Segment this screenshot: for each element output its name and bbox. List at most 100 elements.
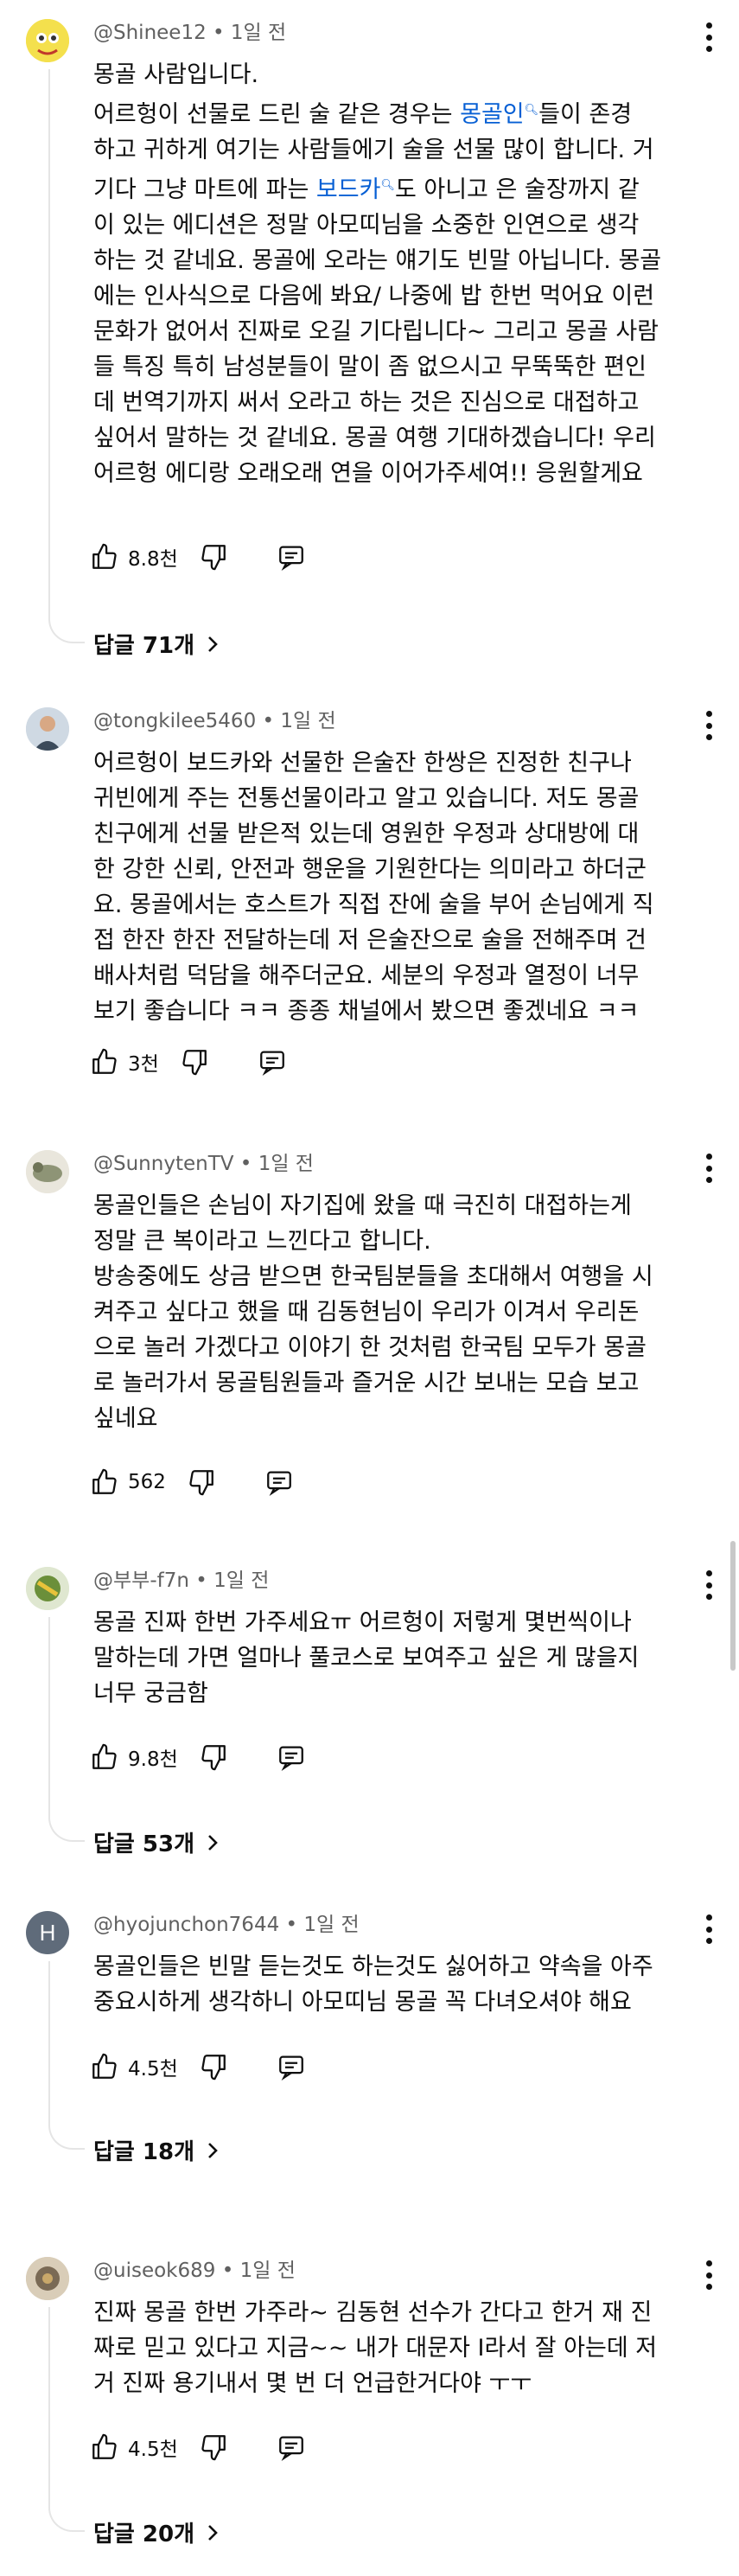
comment-actions: 9.8천 xyxy=(90,1740,306,1774)
reply-button[interactable] xyxy=(277,1742,306,1772)
reply-comment-icon xyxy=(278,1746,303,1772)
author-name[interactable]: @tongkilee5460 xyxy=(93,710,256,732)
view-replies-button[interactable]: 답글 20개 xyxy=(93,2516,220,2548)
comment-meta: @SunnytenTV • 1일 전 xyxy=(93,1153,314,1175)
text-line: 보기 좋습니다 ㅋㅋ 종종 채널에서 봤으면 좋겠네요 ㅋㅋ xyxy=(93,998,640,1025)
author-name[interactable]: @Shinee12 xyxy=(93,22,207,44)
text-line: 켜주고 싶다고 했을 때 김동현님이 우리가 이겨서 우리돈 xyxy=(93,1299,640,1326)
thumbs-down-icon xyxy=(201,1745,226,1771)
like-button[interactable]: 3천 xyxy=(90,1047,159,1077)
comment-text: 몽골인들은 손님이 자기집에 왔을 때 극진히 대접하는게 정말 큰 복이라고 … xyxy=(93,1188,681,1436)
reply-comment-icon xyxy=(259,1051,284,1077)
view-replies-button[interactable]: 답글 53개 xyxy=(93,1826,220,1858)
reply-comment-icon xyxy=(267,1471,291,1497)
hashtag-link[interactable]: 몽골인🔍︎ xyxy=(460,101,538,128)
comment-time: 1일 전 xyxy=(280,710,336,732)
author-name[interactable]: @hyojunchon7644 xyxy=(93,1914,279,1936)
avatar[interactable] xyxy=(26,1567,69,1610)
text-line: 로 놀러가서 몽골팀원들과 즐거운 시간 보내는 모습 보고 xyxy=(93,1370,640,1397)
view-replies-button[interactable]: 답글 18개 xyxy=(93,2134,220,2166)
comment-text: 몽골 진짜 한번 가주세요ㅠ 어르헝이 저렇게 몇번씩이나 말하는데 가면 얼마… xyxy=(93,1605,681,1711)
text-line: 어르헝이 선물로 드린 술 같은 경우는 몽골인🔍︎들이 존경 xyxy=(93,101,633,128)
reply-button[interactable] xyxy=(277,2432,306,2462)
like-button[interactable]: 9.8천 xyxy=(90,1742,178,1772)
like-count: 8.8천 xyxy=(128,548,178,571)
avatar[interactable] xyxy=(26,707,69,751)
thread-line xyxy=(48,1617,50,1814)
text-line: 하고 귀하게 여기는 사람들에기 술을 선물 많이 합니다. 거 xyxy=(93,137,654,163)
thread-curve xyxy=(48,616,85,643)
reply-button[interactable] xyxy=(277,2052,306,2081)
dislike-button[interactable] xyxy=(187,1467,216,1497)
text-line: 배사처럼 덕담을 해주더군요. 세분의 우정과 열정이 너무 xyxy=(93,962,640,989)
comment-meta: @Shinee12 • 1일 전 xyxy=(93,22,287,44)
reply-button[interactable] xyxy=(264,1467,294,1497)
text-line: 짜로 믿고 있다고 지금~~ 내가 대문자 I라서 잘 아는데 저 xyxy=(93,2335,658,2362)
dislike-button[interactable] xyxy=(180,1047,209,1077)
scrollbar[interactable] xyxy=(730,1541,736,1671)
dislike-button[interactable] xyxy=(199,2432,228,2462)
text-line: 으로 놀러 가겠다고 이야기 한 것처럼 한국팀 모두가 몽골 xyxy=(93,1334,647,1361)
chevron-right-icon xyxy=(208,2524,218,2541)
thumbs-up-icon xyxy=(92,2433,117,2459)
comment-text: 몽골 사람입니다. 어르헝이 선물로 드린 술 같은 경우는 몽골인🔍︎들이 존… xyxy=(93,57,681,491)
author-name[interactable]: @SunnytenTV xyxy=(93,1153,233,1175)
text-line: 몽골 사람입니다. xyxy=(93,61,259,88)
avatar[interactable] xyxy=(26,2257,69,2300)
comment-actions: 4.5천 xyxy=(90,2430,306,2464)
thumbs-up-icon xyxy=(92,1048,117,1074)
more-vert-icon[interactable] xyxy=(704,1154,713,1183)
hashtag-link[interactable]: 보드카🔍︎ xyxy=(316,176,395,203)
avatar[interactable]: H xyxy=(26,1911,69,1954)
text-line: 기다 그냥 마트에 파는 보드카🔍︎도 아니고 은 술장까지 같 xyxy=(93,176,640,203)
comment-time: 1일 전 xyxy=(258,1153,314,1175)
reply-button[interactable] xyxy=(277,542,306,572)
more-vert-icon[interactable] xyxy=(704,1570,713,1600)
avatar-letter: H xyxy=(39,1919,56,1946)
author-name[interactable]: @부부-f7n xyxy=(93,1569,189,1592)
dislike-button[interactable] xyxy=(199,2052,228,2081)
chevron-right-icon xyxy=(208,636,218,652)
more-vert-icon[interactable] xyxy=(704,711,713,740)
thumbs-down-icon xyxy=(201,545,226,571)
text-line: 말하는데 가면 얼마나 풀코스로 보여주고 싶은 게 많을지 xyxy=(93,1645,640,1672)
more-vert-icon[interactable] xyxy=(704,22,713,52)
text-line: 어르헝 에디랑 오래오래 연을 이어가주세여!! 응원할게요 xyxy=(93,460,643,487)
like-count: 562 xyxy=(128,1471,166,1493)
thread-line xyxy=(48,2307,50,2504)
avatar[interactable] xyxy=(26,1150,69,1193)
comment-time: 1일 전 xyxy=(213,1569,270,1592)
more-vert-icon[interactable] xyxy=(704,1914,713,1944)
dislike-button[interactable] xyxy=(199,542,228,572)
text-line: 어르헝이 보드카와 선물한 은술잔 한쌍은 진정한 친구나 xyxy=(93,750,632,777)
author-name[interactable]: @uiseok689 xyxy=(93,2260,215,2282)
thumbs-down-icon xyxy=(201,2055,226,2081)
like-count: 4.5천 xyxy=(128,2058,178,2081)
replies-count: 답글 20개 xyxy=(93,2522,194,2547)
reply-comment-icon xyxy=(278,546,303,572)
thread-curve xyxy=(48,1814,85,1842)
like-button[interactable]: 4.5천 xyxy=(90,2432,178,2462)
dislike-button[interactable] xyxy=(199,1742,228,1772)
text-line: 정말 큰 복이라고 느낀다고 합니다. xyxy=(93,1228,431,1255)
thumbs-up-icon xyxy=(92,543,117,569)
reply-button[interactable] xyxy=(258,1047,287,1077)
thread-line xyxy=(48,1961,50,2122)
comment-time: 1일 전 xyxy=(303,1914,360,1936)
text-line: 하는 것 같네요. 몽골에 오라는 얘기도 빈말 아닙니다. 몽골 xyxy=(93,247,662,274)
text-line: 이 있는 에디션은 정말 아모띠님을 소중한 인연으로 생각 xyxy=(93,212,640,239)
text-line: 데 번역기까지 써서 오라고 하는 것은 진심으로 대접하고 xyxy=(93,389,640,416)
like-button[interactable]: 562 xyxy=(90,1467,166,1497)
text-line: 문화가 없어서 진짜로 오길 기다립니다~ 그리고 몽골 사람 xyxy=(93,318,659,345)
avatar[interactable] xyxy=(26,19,69,62)
like-button[interactable]: 4.5천 xyxy=(90,2052,178,2081)
view-replies-button[interactable]: 답글 71개 xyxy=(93,628,220,660)
more-vert-icon[interactable] xyxy=(704,2260,713,2290)
text-line: 진짜 몽골 한번 가주라~ 김동현 선수가 간다고 한거 재 진 xyxy=(93,2299,653,2326)
thumbs-up-icon xyxy=(92,1468,117,1494)
comment-actions: 4.5천 xyxy=(90,2049,306,2084)
like-button[interactable]: 8.8천 xyxy=(90,542,178,572)
comment-time: 1일 전 xyxy=(230,22,287,44)
thumbs-down-icon xyxy=(182,1050,207,1076)
thumbs-up-icon xyxy=(92,1743,117,1769)
